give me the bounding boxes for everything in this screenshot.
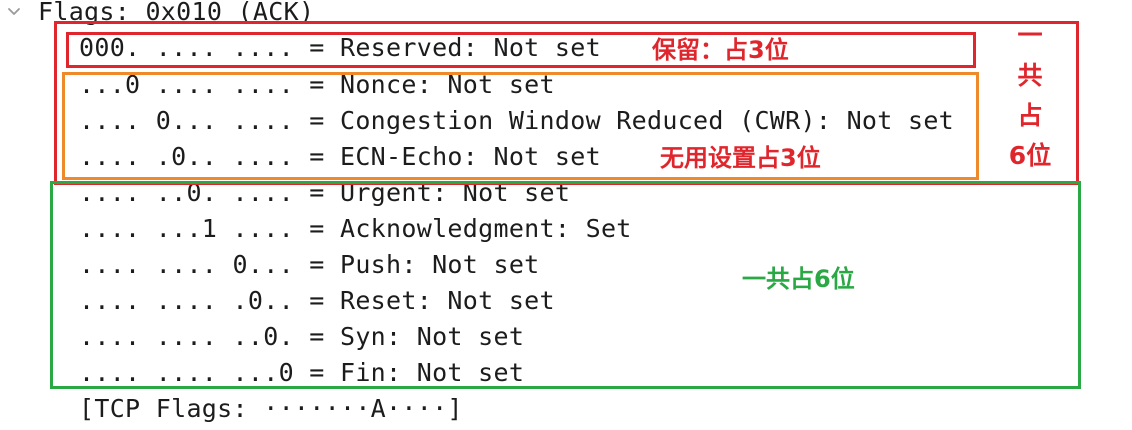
tcp-flags-summary[interactable]: [TCP Flags: ·······A····] [79,394,463,424]
control-bits-annotation: 一共占6位 [742,265,855,293]
control-bits-box [50,181,1081,389]
unused-annotation: 无用设置占3位 [660,144,821,172]
reserved-bits-box [66,32,976,68]
unused-bits-box [62,72,979,180]
chevron-down-icon[interactable] [6,4,22,20]
vertical-char: 一 [1017,21,1043,50]
vertical-char: 6位 [1008,141,1052,170]
reserved-annotation: 保留：占3位 [652,36,789,64]
total-six-bits-vertical-annotation: 一 共 占 6位 [1000,16,1060,176]
vertical-char: 占 [1017,101,1043,130]
vertical-char: 共 [1017,61,1043,90]
